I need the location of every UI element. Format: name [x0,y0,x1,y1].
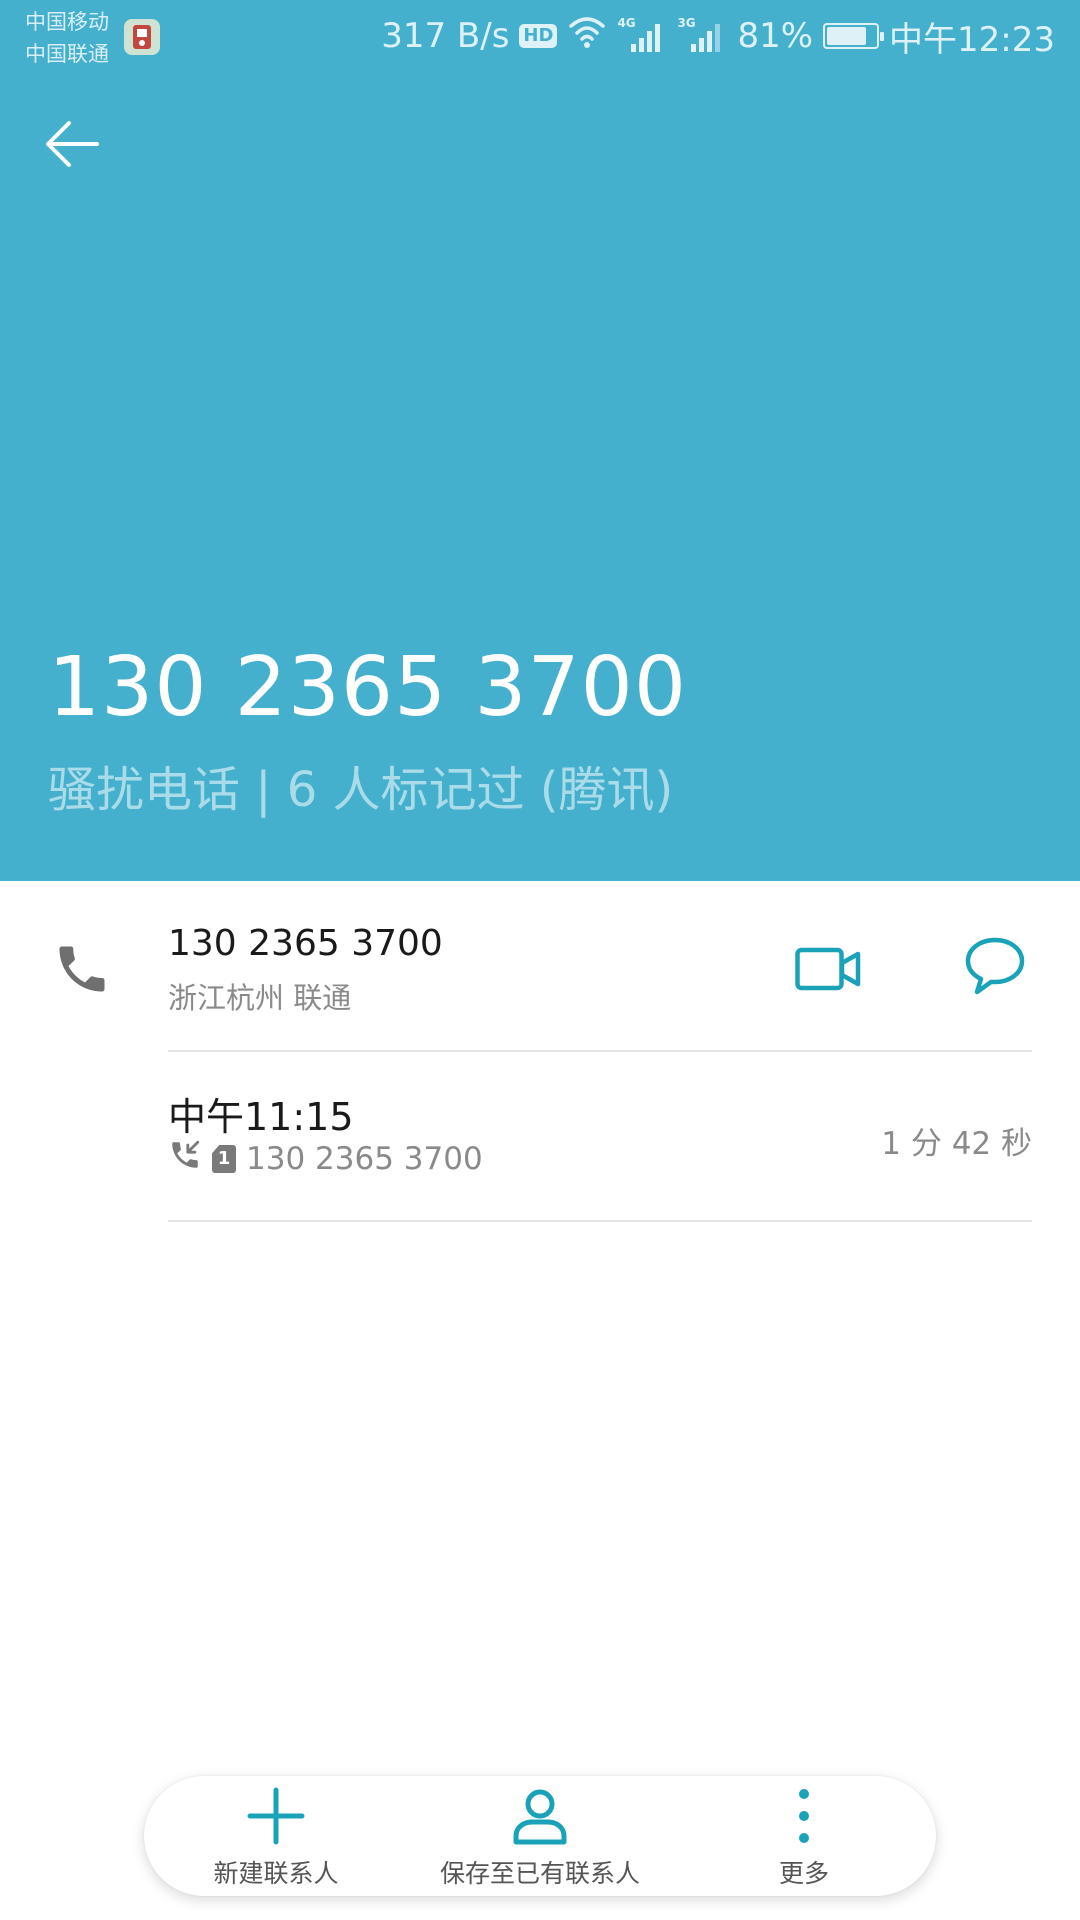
more-vertical-icon [772,1784,836,1848]
save-to-existing-contact-button[interactable]: 保存至已有联系人 [408,1776,672,1896]
sim-card-badge: 1 [212,1145,236,1173]
new-contact-label: 新建联系人 [213,1859,339,1888]
clock: 中午12:23 [889,19,1055,60]
carrier-names: 中国移动 中国联通 [25,6,109,70]
back-button[interactable] [36,108,108,180]
call-duration: 1 分 42 秒 [881,1126,1032,1162]
phone-number: 130 2365 3700 [168,923,443,964]
call-log-entry[interactable]: 中午11:15 1 130 2365 3700 1 分 42 秒 [0,1052,1080,1221]
plus-icon [244,1784,308,1848]
notification-app-icon [124,19,160,55]
status-bar: 中国移动 中国联通 317 B/s HD 4G 3G 81% 中午12:23 [0,0,1080,76]
phone-number-row[interactable]: 130 2365 3700 浙江杭州 联通 [0,881,1080,1051]
arrow-left-icon [46,121,99,167]
more-button[interactable]: 更多 [672,1776,936,1896]
wifi-icon [567,14,607,59]
hd-badge: HD [519,24,558,48]
speech-bubble-icon [965,937,1025,995]
number-location: 浙江杭州 联通 [168,981,352,1015]
video-camera-icon [795,947,861,991]
phone-icon [52,939,112,999]
signal-3g-icon: 3G [677,16,727,56]
bottom-action-bar: 新建联系人 保存至已有联系人 更多 [144,1776,936,1896]
save-to-existing-label: 保存至已有联系人 [439,1859,640,1888]
battery-icon [823,23,885,49]
battery-percent: 81% [737,16,814,56]
contact-header: 中国移动 中国联通 317 B/s HD 4G 3G 81% 中午12:23 1… [0,0,1080,881]
call-time: 中午11:15 [168,1095,354,1139]
video-call-button[interactable] [790,936,866,1002]
network-speed: 317 B/s [381,16,510,56]
incoming-call-icon [168,1138,202,1180]
carrier-2: 中国联通 [25,42,109,66]
divider [168,1220,1032,1222]
more-label: 更多 [778,1859,829,1888]
message-button[interactable] [960,931,1030,1001]
caller-number: 130 2365 3700 [48,640,688,735]
spam-tag: 骚扰电话 | 6 人标记过 (腾讯) [48,762,674,818]
battery-level [827,27,866,45]
call-number: 130 2365 3700 [246,1141,483,1177]
person-icon [508,1784,572,1848]
new-contact-button[interactable]: 新建联系人 [144,1776,408,1896]
carrier-1: 中国移动 [25,10,109,34]
status-indicators: 317 B/s HD 4G 3G 81% 中午12:23 [381,14,1055,60]
signal-4g-icon: 4G [617,16,667,56]
call-meta: 1 130 2365 3700 [168,1138,483,1180]
